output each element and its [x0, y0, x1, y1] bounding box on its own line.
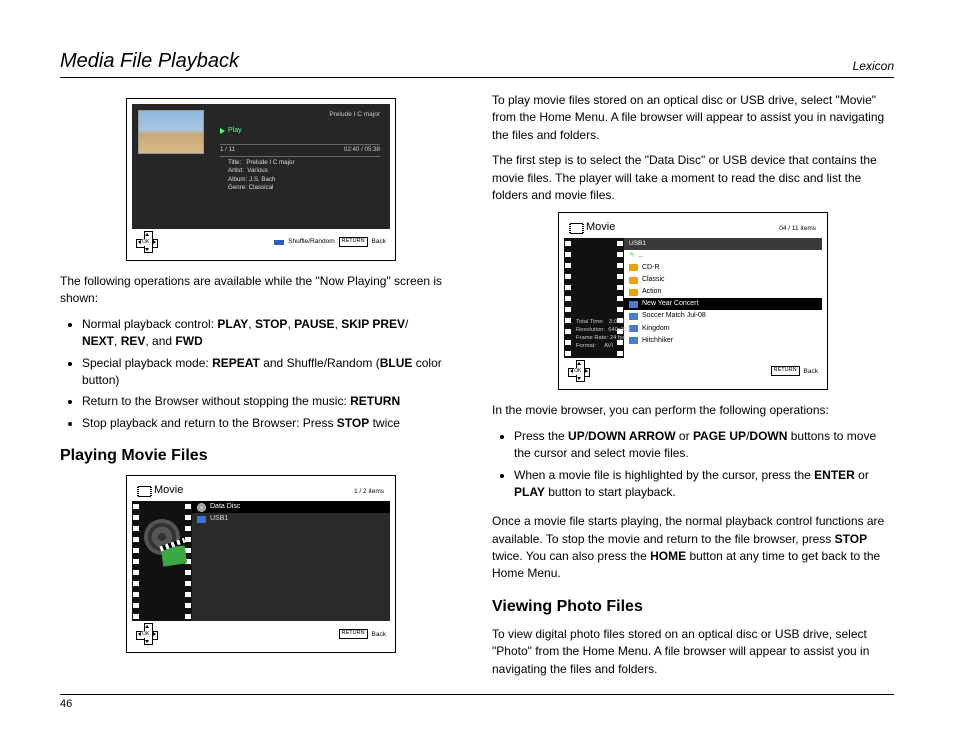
left-column: Prelude I C major Play 1 / 11 02:40 / 05…	[60, 92, 462, 686]
up-folder-icon: ↰	[629, 251, 635, 261]
list-item: Special playback mode: REPEAT and Shuffl…	[82, 355, 462, 390]
right-column: To play movie files stored on an optical…	[492, 92, 894, 686]
usb-icon	[197, 516, 206, 523]
back-label: Back	[372, 630, 386, 639]
nav-cross-icon: OK	[568, 360, 590, 382]
viewing-photo-heading: Viewing Photo Files	[492, 595, 894, 618]
movie-select-screenshot: Movie 1 / 2 items Data Disc USB1	[126, 475, 396, 653]
nav-cross-icon: OK	[136, 623, 158, 645]
folder-icon	[629, 289, 638, 296]
return-box: RETURN	[339, 629, 368, 639]
item-count: 04 / 11 items	[779, 224, 816, 233]
film-icon	[570, 223, 583, 234]
movie-browser-screenshot: Movie 04 / 11 items Total Time: 3:00:35 …	[558, 212, 828, 390]
play-icon	[220, 128, 225, 134]
movie-heading-label: Movie	[154, 483, 183, 499]
section-title: Media File Playback	[60, 50, 239, 73]
list-item: Press the UP/DOWN ARROW or PAGE UP/DOWN …	[514, 428, 894, 463]
body-text: To view digital photo files stored on an…	[492, 626, 894, 678]
list-item: Hitchhiker	[624, 335, 822, 347]
clapper-icon	[161, 546, 187, 567]
meta-artist-row: Artist: Various	[228, 167, 295, 175]
list-item: Soccer Match Jul-08	[624, 310, 822, 322]
movie-heading-label: Movie	[586, 220, 615, 236]
counter-left: 1 / 11	[220, 146, 235, 155]
list-item: Data Disc	[192, 501, 390, 513]
body-text: The first step is to select the "Data Di…	[492, 152, 894, 204]
folder-icon	[629, 264, 638, 271]
disc-icon	[197, 503, 206, 512]
list-item: ↰..	[624, 250, 822, 262]
return-box: RETURN	[771, 366, 800, 376]
body-text: In the movie browser, you can perform th…	[492, 402, 894, 419]
list-item: When a movie file is highlighted by the …	[514, 467, 894, 502]
list-header: USB1	[624, 238, 822, 249]
back-label: Back	[372, 237, 386, 246]
list-item: Stop playback and return to the Browser:…	[82, 415, 462, 432]
operations-list: Normal playback control: PLAY, STOP, PAU…	[60, 316, 462, 432]
film-icon	[138, 486, 151, 497]
list-item: CD-R	[624, 262, 822, 274]
meta-genre-row: Genre: Classical	[228, 184, 295, 192]
brand-name: Lexicon	[853, 59, 894, 73]
intro-text: The following operations are available w…	[60, 273, 462, 308]
nav-cross-icon: OK	[136, 231, 158, 253]
body-text: To play movie files stored on an optical…	[492, 92, 894, 144]
film-strip-graphic	[132, 501, 192, 621]
track-title-top: Prelude I C major	[329, 110, 380, 119]
folder-icon	[629, 277, 638, 284]
film-strip-graphic: Total Time: 3:00:35 Resolution: 640x352 …	[564, 238, 624, 358]
counter-right: 02:40 / 05:38	[344, 146, 380, 155]
list-item: Classic	[624, 274, 822, 286]
shuffle-label: Shuffle/Random	[288, 237, 335, 246]
meta-album-row: Album: J.S. Bach	[228, 176, 295, 184]
play-label: Play	[228, 126, 242, 136]
meta-title-row: Title: Prelude I C major	[228, 159, 295, 167]
back-label: Back	[804, 367, 818, 376]
movie-info-panel: Total Time: 3:00:35 Resolution: 640x352 …	[576, 319, 631, 350]
list-item: USB1	[192, 513, 390, 525]
play-status-row: Play	[220, 126, 242, 136]
album-art-thumb	[138, 110, 204, 154]
now-playing-screenshot: Prelude I C major Play 1 / 11 02:40 / 05…	[126, 98, 396, 261]
page-number: 46	[60, 698, 72, 710]
playing-movie-heading: Playing Movie Files	[60, 444, 462, 467]
counter-row: 1 / 11 02:40 / 05:38	[220, 144, 380, 157]
list-item: Kingdom	[624, 323, 822, 335]
page-footer: 46	[60, 694, 894, 710]
list-item: Return to the Browser without stopping t…	[82, 393, 462, 410]
return-box: RETURN	[339, 237, 368, 247]
browser-ops-list: Press the UP/DOWN ARROW or PAGE UP/DOWN …	[492, 428, 894, 502]
blue-button-icon	[274, 240, 284, 245]
page-header: Media File Playback Lexicon	[60, 50, 894, 78]
list-item: Action	[624, 286, 822, 298]
item-count: 1 / 2 items	[354, 487, 384, 496]
list-item-selected: New Year Concert	[624, 298, 822, 310]
list-item: Normal playback control: PLAY, STOP, PAU…	[82, 316, 462, 351]
movie-file-icon	[629, 301, 638, 308]
body-text: Once a movie file starts playing, the no…	[492, 513, 894, 583]
